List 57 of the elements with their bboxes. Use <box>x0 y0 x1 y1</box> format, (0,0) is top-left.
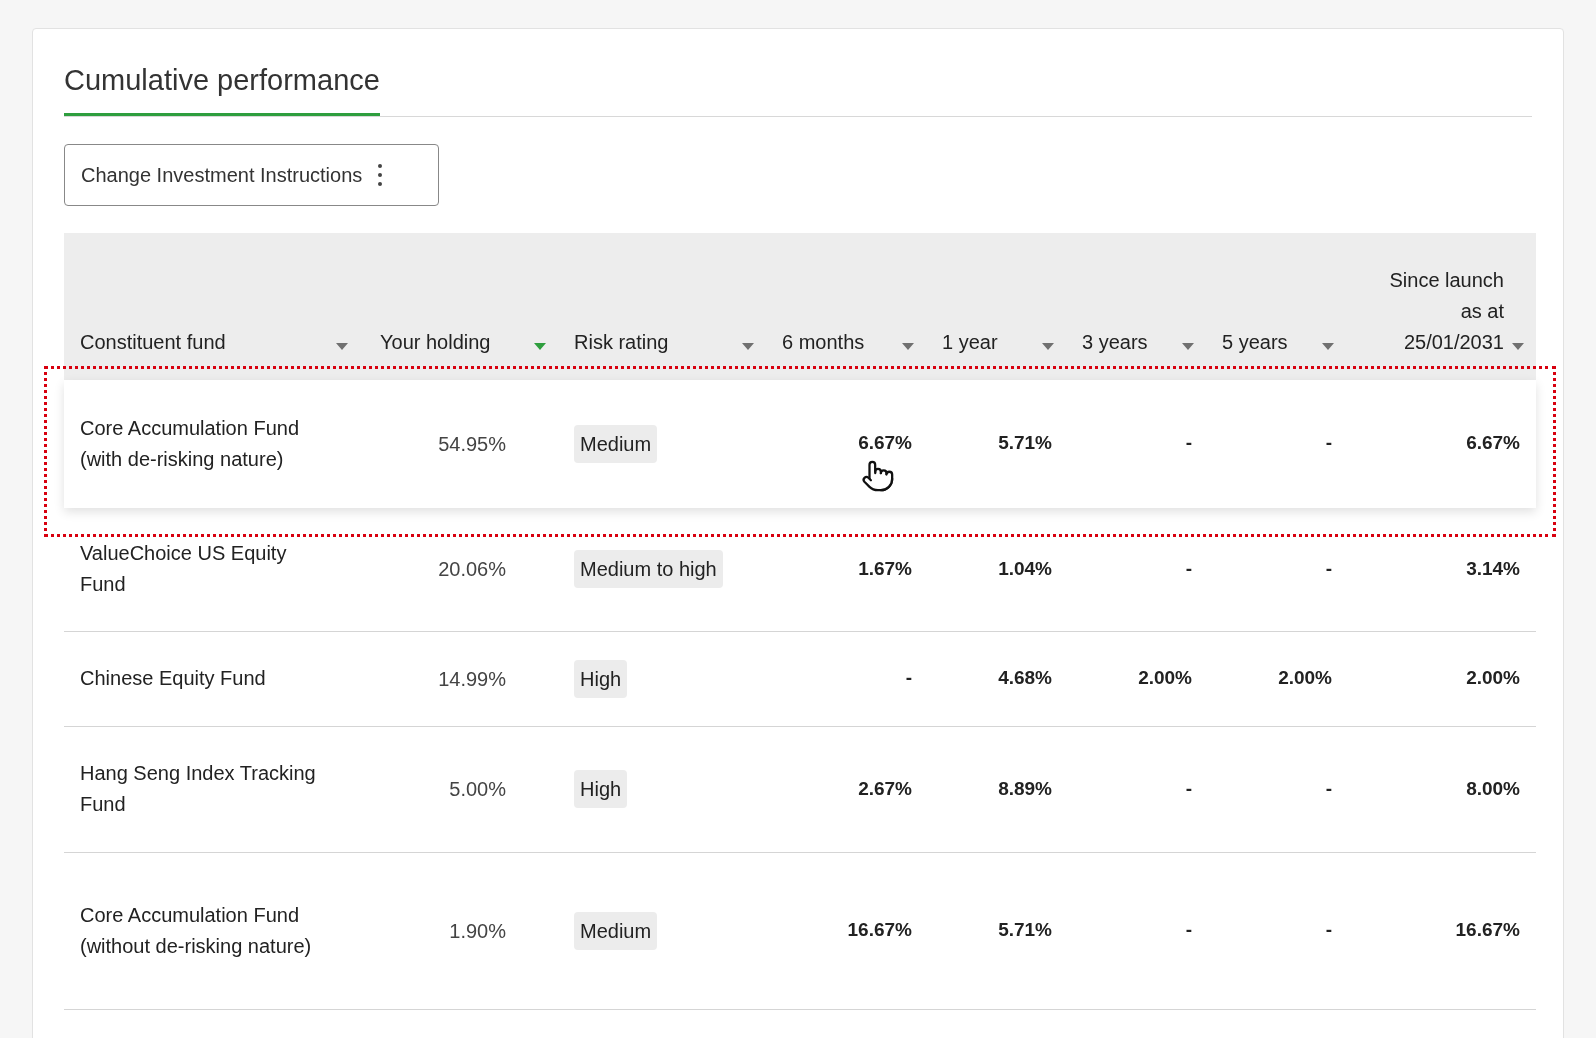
table-row[interactable]: Chinese Equity Fund 14.99% High - 4.68% 2.00% 2.00% 2.00% <box>64 631 1536 727</box>
column-header[interactable]: 3 years <box>1082 326 1148 358</box>
table-cell-text: ValueChoice US Equity Fund <box>80 541 288 597</box>
table-row[interactable]: ValueChoice US Equity Fund 20.06% Medium to high 1.67% 1.04% - - 3.14% <box>64 507 1536 632</box>
table-cell-text: 4.68% <box>998 666 1052 691</box>
table-cell-text: - <box>1325 431 1332 456</box>
table-cell-text: 1.67% <box>858 556 912 581</box>
table-cell-text: - <box>1325 918 1332 943</box>
table-cell-text: 16.67% <box>847 918 912 943</box>
risk-tag: Medium <box>574 424 658 463</box>
column-header[interactable]: Your holding <box>380 326 491 358</box>
table-cell-text: Chinese Equity Fund <box>80 666 267 691</box>
table-row[interactable]: Core Accumulation Fund (with de-risking nature) 54.95% Medium 6.67% 5.71% - - 6.67% <box>64 379 1536 508</box>
table-cell-text: 54.95% <box>437 431 507 457</box>
column-header[interactable]: Risk rating <box>574 326 669 358</box>
change-instructions-button[interactable]: Change Investment Instructions <box>64 143 439 206</box>
table-cell-text: 8.89% <box>998 776 1052 801</box>
table-cell-text: - <box>1325 776 1332 801</box>
table-cell-text: Core Accumulation Fund (without de-risking nature) <box>80 902 313 959</box>
column-header[interactable]: Constituent fund <box>80 326 226 358</box>
table-cell-text: 2.67% <box>858 776 912 801</box>
table-cell-text: 5.71% <box>998 431 1052 456</box>
table-cell-text: - <box>1185 918 1192 943</box>
column-header[interactable]: 6 months <box>782 326 865 358</box>
table-cell-text: 16.67% <box>1455 918 1520 943</box>
column-header[interactable]: 5 years <box>1222 326 1288 358</box>
risk-tag: High <box>574 659 628 698</box>
risk-tag: High <box>574 770 628 808</box>
table-cell-text: 1.04% <box>998 556 1052 581</box>
column-header[interactable]: 1 year <box>942 326 998 358</box>
table-cell-text: 3.14% <box>1466 556 1520 581</box>
table-cell-text: 5.00% <box>448 777 507 802</box>
table-cell-text: 20.06% <box>437 557 507 582</box>
table-cell-text: - <box>1325 556 1332 581</box>
table-cell-text: - <box>1185 776 1192 801</box>
table-cell-text: 1.90% <box>448 918 507 944</box>
table-cell-text: - <box>1185 556 1192 581</box>
section-tab[interactable]: Cumulative performance <box>64 59 380 116</box>
table-cell-text: 6.67% <box>858 431 912 456</box>
table-cell-text: - <box>1185 431 1192 456</box>
table-row[interactable]: Hang Seng Index Tracking Fund 5.00% High 2.67% 8.89% - - 8.00% <box>64 726 1536 853</box>
table-cell-text: 2.00% <box>1278 666 1332 691</box>
table-cell-text: Core Accumulation Fund (with de-risking nature) <box>80 415 300 472</box>
table-cell-text: Hang Seng Index Tracking Fund <box>80 761 317 817</box>
table-cell-text: 2.00% <box>1138 666 1192 691</box>
table-cell-text: - <box>905 666 912 691</box>
risk-tag: Medium <box>574 911 658 950</box>
column-header[interactable]: Since launch as at 25/01/2031 <box>1389 264 1504 358</box>
table-cell-text: 2.00% <box>1466 666 1520 691</box>
more-vertical-icon <box>378 163 383 186</box>
table-cell-text: 5.71% <box>998 918 1052 943</box>
risk-tag: Medium to high <box>574 550 723 588</box>
hand-cursor-icon <box>861 458 895 493</box>
table-cell-text: 14.99% <box>437 666 507 692</box>
table-cell-text: 8.00% <box>1466 776 1520 801</box>
table-row[interactable]: Core Accumulation Fund (without de-risking nature) 1.90% Medium 16.67% 5.71% - - 16.67% <box>64 852 1536 1010</box>
table-cell-text: 6.67% <box>1466 431 1520 456</box>
